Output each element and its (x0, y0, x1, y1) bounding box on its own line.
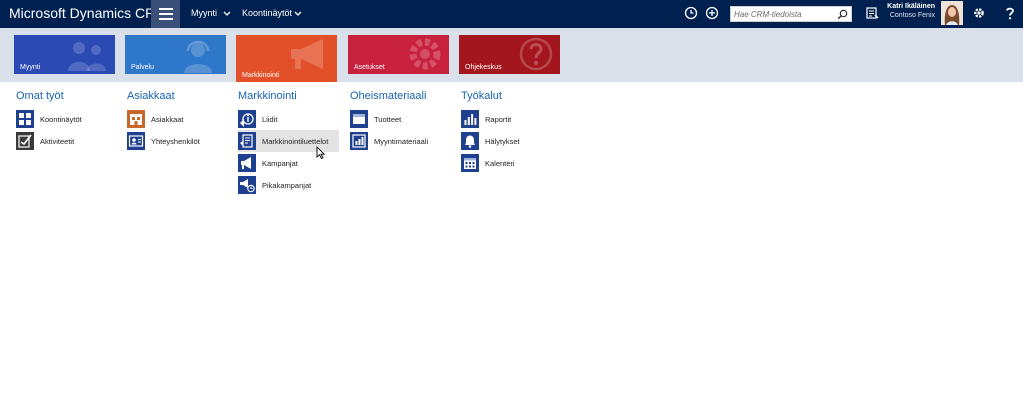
nav-item-label: Myyntimateriaali (374, 136, 429, 146)
search-icon[interactable] (837, 9, 848, 20)
tile-myynti[interactable]: Myynti (14, 35, 115, 74)
tile-label: Asetukset (354, 64, 385, 71)
nav-item-kalenteri[interactable]: Kalenteri (461, 152, 563, 174)
group-markkinointi: Markkinointi Liidit Markkinointiluettelo… (238, 90, 340, 196)
group-asiakkaat: Asiakkaat Asiakkaat Yhteyshenkilöt (127, 90, 229, 152)
alert-bell-icon (461, 132, 479, 150)
nav-item-tuotteet[interactable]: Tuotteet (350, 108, 452, 130)
nav-item-label: Markkinointiluettelot (262, 136, 329, 146)
nav-item-aktiviteetit[interactable]: Aktiviteetit (16, 130, 118, 152)
nav-item-myyntimateriaali[interactable]: Myyntimateriaali (350, 130, 452, 152)
search-box (730, 6, 852, 22)
sales-literature-icon (350, 132, 368, 150)
tile-markkinointi[interactable]: Markkinointi (236, 35, 337, 82)
help-icon[interactable] (1002, 5, 1018, 21)
advanced-find-icon[interactable] (864, 5, 880, 21)
headset-person-icon (184, 40, 212, 73)
group-oheismateriaali: Oheismateriaali Tuotteet Myyntimateriaal… (350, 90, 452, 152)
group-title: Asiakkaat (127, 90, 175, 102)
search-input[interactable] (734, 8, 834, 20)
account-icon (127, 110, 145, 128)
group-tyokalut: Työkalut Raportit Hälytykset Kalenteri (461, 90, 563, 174)
calendar-icon (461, 154, 479, 172)
mouse-cursor-icon (316, 146, 325, 159)
dashboard-icon (16, 110, 34, 128)
breadcrumb-entity[interactable]: Koontinäytöt (242, 8, 292, 18)
group-title: Työkalut (461, 90, 502, 102)
user-photo-icon (941, 1, 963, 25)
nav-item-halytykset[interactable]: Hälytykset (461, 130, 563, 152)
tile-asetukset[interactable]: Asetukset (348, 35, 449, 74)
recent-icon[interactable] (683, 5, 699, 21)
question-icon (519, 37, 553, 71)
menu-icon (158, 8, 173, 10)
nav-item-label: Raportit (485, 114, 512, 124)
tile-ohjekeskus[interactable]: Ohjekeskus (459, 35, 560, 74)
nav-item-label: Asiakkaat (151, 114, 184, 124)
nav-item-raportit[interactable]: Raportit (461, 108, 563, 130)
nav-item-label: Hälytykset (485, 136, 520, 146)
group-title: Omat työt (16, 90, 64, 102)
new-record-icon[interactable] (704, 5, 720, 21)
campaign-icon (238, 154, 256, 172)
quick-campaign-icon (238, 176, 256, 194)
nav-item-label: Kalenteri (485, 158, 515, 168)
gear-icon (409, 38, 441, 70)
user-name[interactable]: Katri Ikäläinen (887, 3, 935, 10)
avatar[interactable] (941, 1, 963, 25)
tile-label: Myynti (20, 64, 41, 71)
nav-item-label: Pikakampanjat (262, 180, 312, 190)
nav-item-label: Aktiviteetit (40, 136, 75, 146)
area-tile-bar: Myynti Palvelu Markkinointi Asetukset Oh… (0, 28, 1023, 82)
nav-item-label: Yhteyshenkilöt (151, 136, 200, 146)
chevron-down-icon[interactable] (222, 7, 232, 19)
nav-item-pikakampanjat[interactable]: Pikakampanjat (238, 174, 340, 196)
user-organization[interactable]: Contoso Fenix (890, 12, 935, 19)
tile-label: Markkinointi (242, 72, 280, 79)
settings-icon[interactable] (971, 5, 987, 21)
group-omat-tyot: Omat työt Koontinäytöt Aktiviteetit (16, 90, 118, 152)
contact-icon (127, 132, 145, 150)
lead-icon (238, 110, 256, 128)
group-title: Oheismateriaali (350, 90, 427, 102)
tile-label: Palvelu (131, 64, 154, 71)
nav-item-label: Koontinäytöt (40, 114, 82, 124)
nav-item-yhteyshenkilot[interactable]: Yhteyshenkilöt (127, 130, 229, 152)
tile-palvelu[interactable]: Palvelu (125, 35, 226, 74)
breadcrumb-area[interactable]: Myynti (191, 8, 217, 18)
nav-item-koontinaytot[interactable]: Koontinäytöt (16, 108, 118, 130)
report-icon (461, 110, 479, 128)
nav-item-label: Liidit (262, 114, 278, 124)
nav-item-liidit[interactable]: Liidit (238, 108, 340, 130)
app-brand-title[interactable]: Microsoft Dynamics CRM (9, 5, 167, 21)
nav-item-label: Kampanjat (262, 158, 298, 168)
tile-label: Ohjekeskus (465, 64, 502, 71)
people-icon (68, 42, 106, 71)
top-navigation-bar: Microsoft Dynamics CRM Myynti Koontinäyt… (0, 0, 1023, 28)
megaphone-icon (291, 39, 323, 69)
chevron-down-icon[interactable] (293, 7, 303, 19)
product-icon (350, 110, 368, 128)
group-title: Markkinointi (238, 90, 297, 102)
nav-item-label: Tuotteet (374, 114, 402, 124)
menu-button[interactable] (151, 0, 180, 28)
nav-item-asiakkaat[interactable]: Asiakkaat (127, 108, 229, 130)
marketing-list-icon (238, 132, 256, 150)
activities-icon (16, 132, 34, 150)
